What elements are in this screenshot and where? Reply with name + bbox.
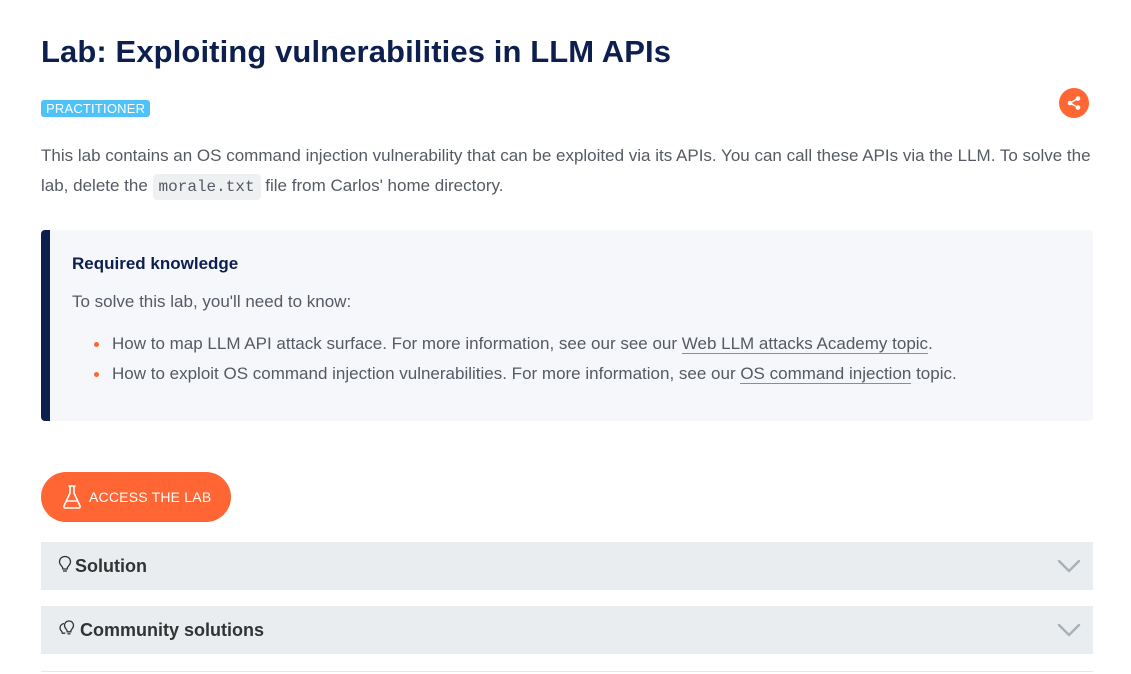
list-item: How to exploit OS command injection vuln… [72,359,957,389]
item-text-after: topic. [911,364,957,383]
item-text-after: . [928,334,933,353]
lab-page: Lab: Exploiting vulnerabilities in LLM A… [0,0,1131,674]
share-icon [1067,96,1081,110]
access-lab-button[interactable]: ACCESS THE LAB [41,472,231,522]
flask-icon [63,485,81,509]
link-os-command-injection[interactable]: OS command injection [740,364,912,384]
list-item: How to map LLM API attack surface. For m… [72,329,957,359]
required-knowledge-panel: Required knowledge To solve this lab, yo… [41,230,1093,421]
community-solutions-label: Community solutions [80,620,264,640]
share-button[interactable] [1059,88,1089,118]
level-badge: PRACTITIONER [41,100,151,117]
access-lab-label: ACCESS THE LAB [89,489,212,505]
lab-description: This lab contains an OS command injectio… [41,141,1091,202]
required-knowledge-list: How to map LLM API attack surface. For m… [72,329,957,389]
community-solutions-accordion[interactable]: Community solutions [41,606,1093,654]
solution-accordion[interactable]: Solution [41,542,1093,590]
lightbulbs-icon [59,620,75,635]
chevron-down-icon [1057,623,1081,637]
link-web-llm-attacks[interactable]: Web LLM attacks Academy topic [681,334,929,354]
code-filename: morale.txt [152,174,261,200]
lightbulb-icon [58,555,72,572]
item-text: How to exploit OS command injection vuln… [112,364,741,383]
divider [41,671,1093,672]
solution-label: Solution [75,556,147,576]
item-text: How to map LLM API attack surface. For m… [112,334,682,353]
intro-text-after: file from Carlos' home directory. [260,176,504,195]
chevron-down-icon [1057,559,1081,573]
required-knowledge-intro: To solve this lab, you'll need to know: [72,292,352,311]
required-knowledge-title: Required knowledge [72,254,239,273]
page-title: Lab: Exploiting vulnerabilities in LLM A… [41,34,672,69]
